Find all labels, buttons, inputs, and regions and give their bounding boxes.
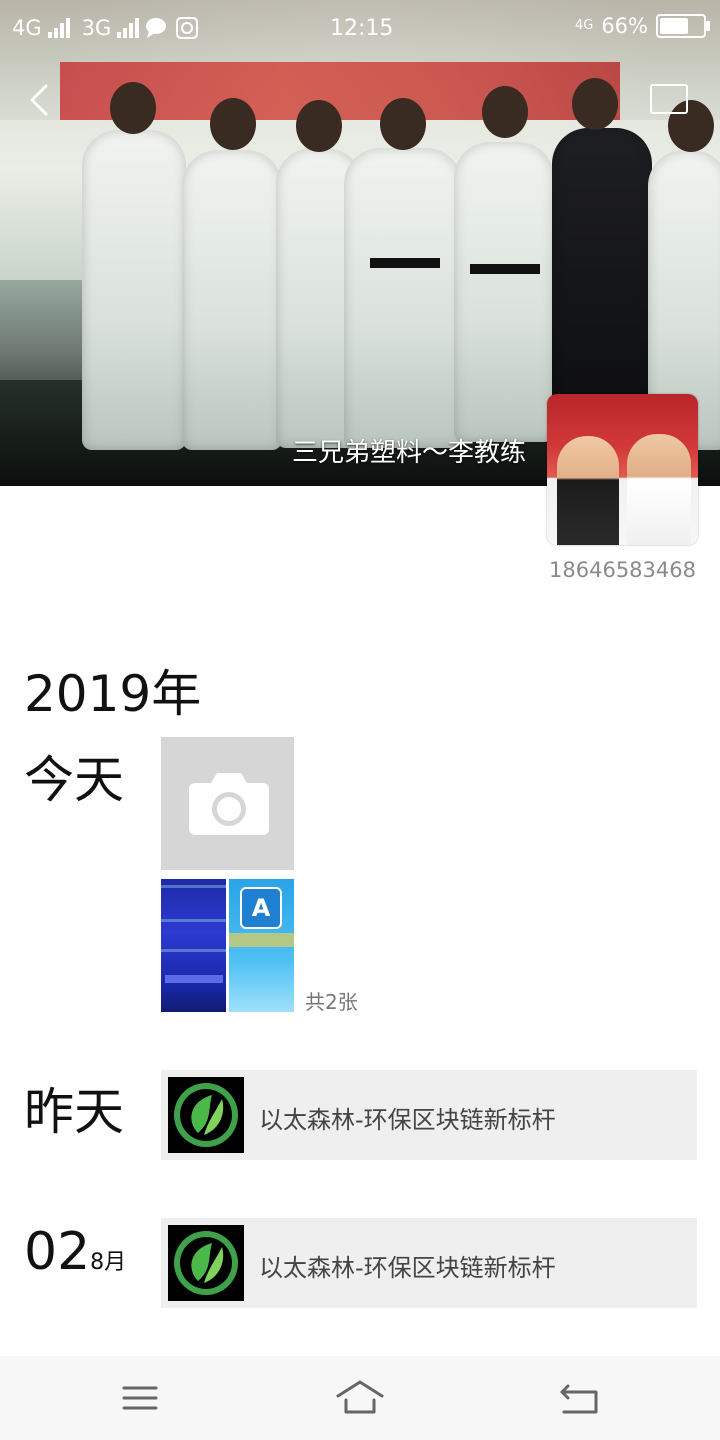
battery-icon (656, 14, 710, 38)
cover-black-belt (370, 258, 440, 268)
data-4g-icon: 4G (574, 18, 594, 33)
signal-icon (117, 18, 140, 38)
network-type-2: 3G (81, 16, 112, 40)
back-icon (560, 1384, 598, 1414)
date-day: 02 (24, 1222, 91, 1282)
cover-person-head (380, 98, 426, 150)
link-thumbnail (168, 1077, 244, 1153)
chat-notification-icon (146, 18, 167, 38)
cover-person-head (296, 100, 342, 152)
thumbnail-stripe (161, 885, 226, 888)
cover-person-head (572, 78, 618, 130)
signal-icon (47, 18, 70, 38)
nav-back-button[interactable] (550, 1376, 610, 1420)
menu-icon (122, 1386, 158, 1410)
link-title: 以太森林-环保区块链新标杆 (259, 1254, 556, 1282)
cover-black-belt (470, 264, 540, 274)
date-label: 028月 (24, 1222, 126, 1282)
profile-name[interactable]: 三兄弟塑料～李教练 (292, 432, 526, 469)
cover-person (454, 142, 554, 442)
cover-person (82, 130, 186, 450)
photo-count: 共2张 (305, 990, 358, 1014)
menu-button[interactable] (110, 1376, 170, 1420)
cover-person (344, 148, 462, 448)
thumbnail-band (229, 933, 294, 947)
avatar-person (557, 436, 619, 545)
camera-button[interactable] (650, 84, 688, 114)
link-thumbnail (168, 1225, 244, 1301)
chevron-left-icon (30, 84, 48, 116)
status-bar: 4G 3G 12:15 4G 66% (0, 0, 720, 58)
link-title: 以太森林-环保区块链新标杆 (259, 1106, 556, 1134)
today-label: 今天 (24, 751, 124, 809)
app-notification-icon (176, 17, 199, 39)
camera-icon (189, 773, 269, 835)
home-icon (336, 1380, 384, 1414)
battery-percent: 66% (601, 14, 648, 38)
cover-person-head (482, 86, 528, 138)
back-button[interactable] (22, 80, 58, 120)
shared-link-card[interactable]: 以太森林-环保区块链新标杆 (161, 1070, 697, 1160)
thumbnail-stripe (161, 949, 226, 952)
profile-phone: 18646583468 (549, 558, 696, 582)
post-camera-tile[interactable] (161, 737, 294, 870)
cover-person (182, 150, 282, 450)
app-logo-icon: A (240, 887, 282, 929)
timeline-year: 2019年 (24, 665, 202, 723)
date-month: 8月 (90, 1250, 127, 1275)
post-thumbnail[interactable]: A (229, 879, 294, 1012)
system-nav-bar (0, 1356, 720, 1440)
leaf-logo-icon (174, 1231, 238, 1295)
shared-link-card[interactable]: 以太森林-环保区块链新标杆 (161, 1218, 697, 1308)
clock: 12:15 (330, 16, 394, 41)
battery-fill (660, 18, 688, 34)
cover-person-head (210, 98, 256, 150)
network-type-1: 4G (12, 16, 42, 40)
thumbnail-stripe (161, 919, 226, 922)
post-thumbnail[interactable] (161, 879, 226, 1012)
home-button[interactable] (330, 1376, 390, 1420)
thumbnail-row (165, 975, 223, 983)
avatar-person (627, 434, 691, 545)
cover-person-head (110, 82, 156, 134)
leaf-logo-icon (174, 1083, 238, 1147)
avatar[interactable] (547, 394, 698, 545)
yesterday-label: 昨天 (24, 1083, 124, 1141)
